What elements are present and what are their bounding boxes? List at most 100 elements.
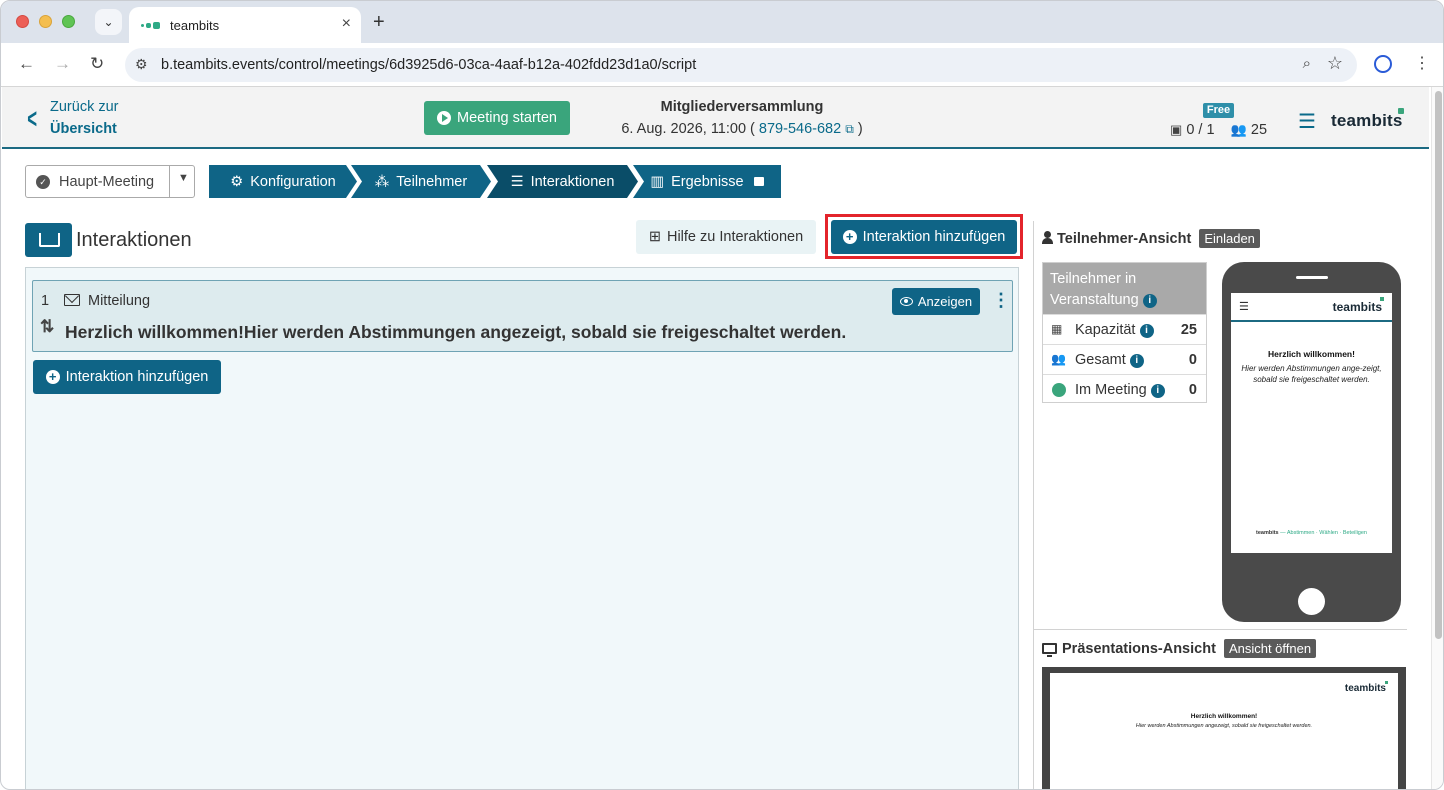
more-options-icon[interactable]: ⋮ xyxy=(992,290,1010,311)
browser-toolbar: ← → ↻ ⚙ b.teambits.events/control/meetin… xyxy=(1,43,1443,87)
logo-text: teambits xyxy=(1331,111,1403,130)
open-view-button[interactable]: Ansicht öffnen xyxy=(1223,639,1317,658)
step-ergebnisse[interactable]: ▥ Ergebnisse xyxy=(633,165,781,198)
phone-header-bar xyxy=(1231,320,1392,322)
chevron-left-icon: < xyxy=(27,103,38,134)
caret-down-icon[interactable]: ▼ xyxy=(178,172,189,184)
info-icon[interactable]: i xyxy=(1139,324,1154,338)
step-label: Interaktionen xyxy=(530,173,615,190)
presentation-headline: Herzlich willkommen! xyxy=(1190,713,1258,720)
start-meeting-button[interactable]: Meeting starten xyxy=(424,101,570,135)
participant-view-header: Teilnehmer-Ansicht Einladen xyxy=(1042,229,1260,248)
add-interaction-button-bottom[interactable]: + Interaktion hinzufügen xyxy=(33,360,221,394)
browser-menu-icon[interactable]: ⋮ xyxy=(1414,53,1430,73)
browser-tab[interactable]: teambits × xyxy=(129,7,361,43)
forward-arrow-icon[interactable]: → xyxy=(54,54,71,74)
bookmark-star-icon[interactable]: ☆ xyxy=(1327,53,1343,74)
minimize-window-button[interactable] xyxy=(39,15,52,28)
tab-search-chevron-icon[interactable]: ⌄ xyxy=(95,9,122,35)
presentation-body: Hier werden Abstimmungen angezeigt, soba… xyxy=(1135,723,1313,729)
url-text[interactable]: b.teambits.events/control/meetings/6d392… xyxy=(161,57,696,73)
plus-circle-icon: + xyxy=(842,230,857,244)
interaction-type: Mitteilung xyxy=(88,293,151,309)
step-konfiguration[interactable]: ⚙ Konfiguration xyxy=(209,165,357,198)
stat-value: 0 xyxy=(1188,352,1197,368)
scrollbar-thumb[interactable] xyxy=(1435,91,1442,639)
new-tab-icon[interactable]: + xyxy=(373,11,385,34)
presentation-view-header: Präsentations-Ansicht Ansicht öffnen xyxy=(1042,639,1317,658)
presentation-view-title: Präsentations-Ansicht xyxy=(1062,641,1216,657)
close-window-button[interactable] xyxy=(16,15,29,28)
phone-footer-tagline: — Abstimmen · Wählen · Beteiligen xyxy=(1280,530,1367,536)
maximize-window-button[interactable] xyxy=(62,15,75,28)
meeting-code-link[interactable]: 879-546-682 xyxy=(759,121,841,137)
info-icon[interactable]: i xyxy=(1150,384,1165,398)
stat-label-text: Kapazität xyxy=(1075,322,1136,338)
table-head-text: Teilnehmer in Veranstaltung xyxy=(1050,271,1139,308)
participant-stats-table: Teilnehmer in Veranstaltung i ▦ Kapazitä… xyxy=(1042,262,1207,403)
envelope-icon xyxy=(64,294,80,306)
meeting-date: 6. Aug. 2026, 11:00 ( 879-546-682 ⧉ ) xyxy=(562,121,922,137)
section-title: Interaktionen xyxy=(76,229,192,251)
check-circle-icon: ✓ xyxy=(36,175,50,189)
copy-icon[interactable]: ⧉ xyxy=(845,122,854,136)
tab-title: teambits xyxy=(170,17,220,33)
phone-preview: ☰ teambits Herzlich willkommen! Hier wer… xyxy=(1222,262,1401,622)
meeting-select-label: Haupt-Meeting xyxy=(59,174,155,190)
presentation-logo-text: teambits xyxy=(1344,683,1386,694)
phone-speaker xyxy=(1296,276,1328,279)
profile-icon[interactable] xyxy=(1374,55,1392,73)
sort-arrows-icon[interactable]: ⇅ xyxy=(40,317,54,337)
tab-strip: ⌄ teambits × + xyxy=(1,1,1443,43)
show-button[interactable]: Anzeigen xyxy=(892,288,980,315)
stat-label: Kapazität i xyxy=(1075,322,1154,338)
add-button-label: Interaktion hinzufügen xyxy=(862,229,1006,245)
zoom-icon[interactable]: ⌕ xyxy=(1303,55,1311,72)
panel-divider xyxy=(1033,221,1034,789)
back-arrow-icon[interactable]: ← xyxy=(18,54,35,74)
header-stats: ▣ 0 / 1 👥 25 xyxy=(1170,122,1267,138)
close-tab-icon[interactable]: × xyxy=(342,15,351,33)
users-icon: ⁂ xyxy=(374,173,390,190)
interaction-card[interactable]: 1 Mitteilung ⇅ Herzlich willkommen!Hier … xyxy=(32,280,1013,352)
logo-square-icon xyxy=(1397,108,1404,114)
info-icon[interactable]: i xyxy=(1129,354,1144,368)
gears-icon: ⚙ xyxy=(230,173,244,190)
lock-icon xyxy=(753,177,764,186)
logo-square-icon xyxy=(1385,681,1388,684)
step-label: Teilnehmer xyxy=(396,173,468,190)
page-scrollbar[interactable] xyxy=(1431,87,1443,789)
stat-label-text: Gesamt xyxy=(1075,352,1126,368)
person-icon xyxy=(1042,231,1053,244)
step-interaktionen[interactable]: ☰ Interaktionen xyxy=(487,165,638,198)
address-bar[interactable]: ⚙ b.teambits.events/control/meetings/6d3… xyxy=(125,48,1357,82)
participant-table-head: Teilnehmer in Veranstaltung i xyxy=(1043,263,1206,314)
info-icon[interactable]: i xyxy=(1142,294,1157,308)
app-header: < Zurück zur Übersicht Meeting starten M… xyxy=(2,87,1429,149)
add-interaction-button-top[interactable]: + Interaktion hinzufügen xyxy=(831,220,1017,254)
teambits-favicon-icon xyxy=(141,21,160,29)
stat-label: Gesamt i xyxy=(1075,352,1144,368)
help-interactions-button[interactable]: ⊞ Hilfe zu Interaktionen xyxy=(636,220,816,254)
hamburger-menu-icon[interactable]: ☰ xyxy=(1298,109,1316,134)
meeting-select[interactable]: ✓ Haupt-Meeting ▼ xyxy=(25,165,195,198)
stat-row-total: 👥 Gesamt i 0 xyxy=(1043,344,1206,374)
presentation-preview: teambits Herzlich willkommen! Hier werde… xyxy=(1042,667,1406,789)
step-teilnehmer[interactable]: ⁂ Teilnehmer xyxy=(351,165,491,198)
monitor-icon xyxy=(1042,643,1057,657)
reload-icon[interactable]: ↻ xyxy=(90,54,104,74)
logo-square-icon xyxy=(1380,297,1384,301)
participants-count: 25 xyxy=(1250,122,1268,138)
list-icon: ☰ xyxy=(510,173,524,190)
seats-icon: ▦ xyxy=(1051,322,1063,336)
interaction-number: 1 xyxy=(41,293,50,309)
stat-value: 0 xyxy=(1188,382,1197,398)
phone-screen: ☰ teambits Herzlich willkommen! Hier wer… xyxy=(1231,293,1392,553)
back-link-line1: Zurück zur xyxy=(50,99,119,115)
site-settings-icon[interactable]: ⚙ xyxy=(135,56,148,73)
stat-row-capacity: ▦ Kapazität i 25 xyxy=(1043,314,1206,344)
step-label: Ergebnisse xyxy=(671,173,744,190)
invite-button[interactable]: Einladen xyxy=(1199,229,1260,248)
stat-row-in-meeting: Im Meeting i 0 xyxy=(1043,374,1206,404)
phone-home-button xyxy=(1298,588,1325,615)
